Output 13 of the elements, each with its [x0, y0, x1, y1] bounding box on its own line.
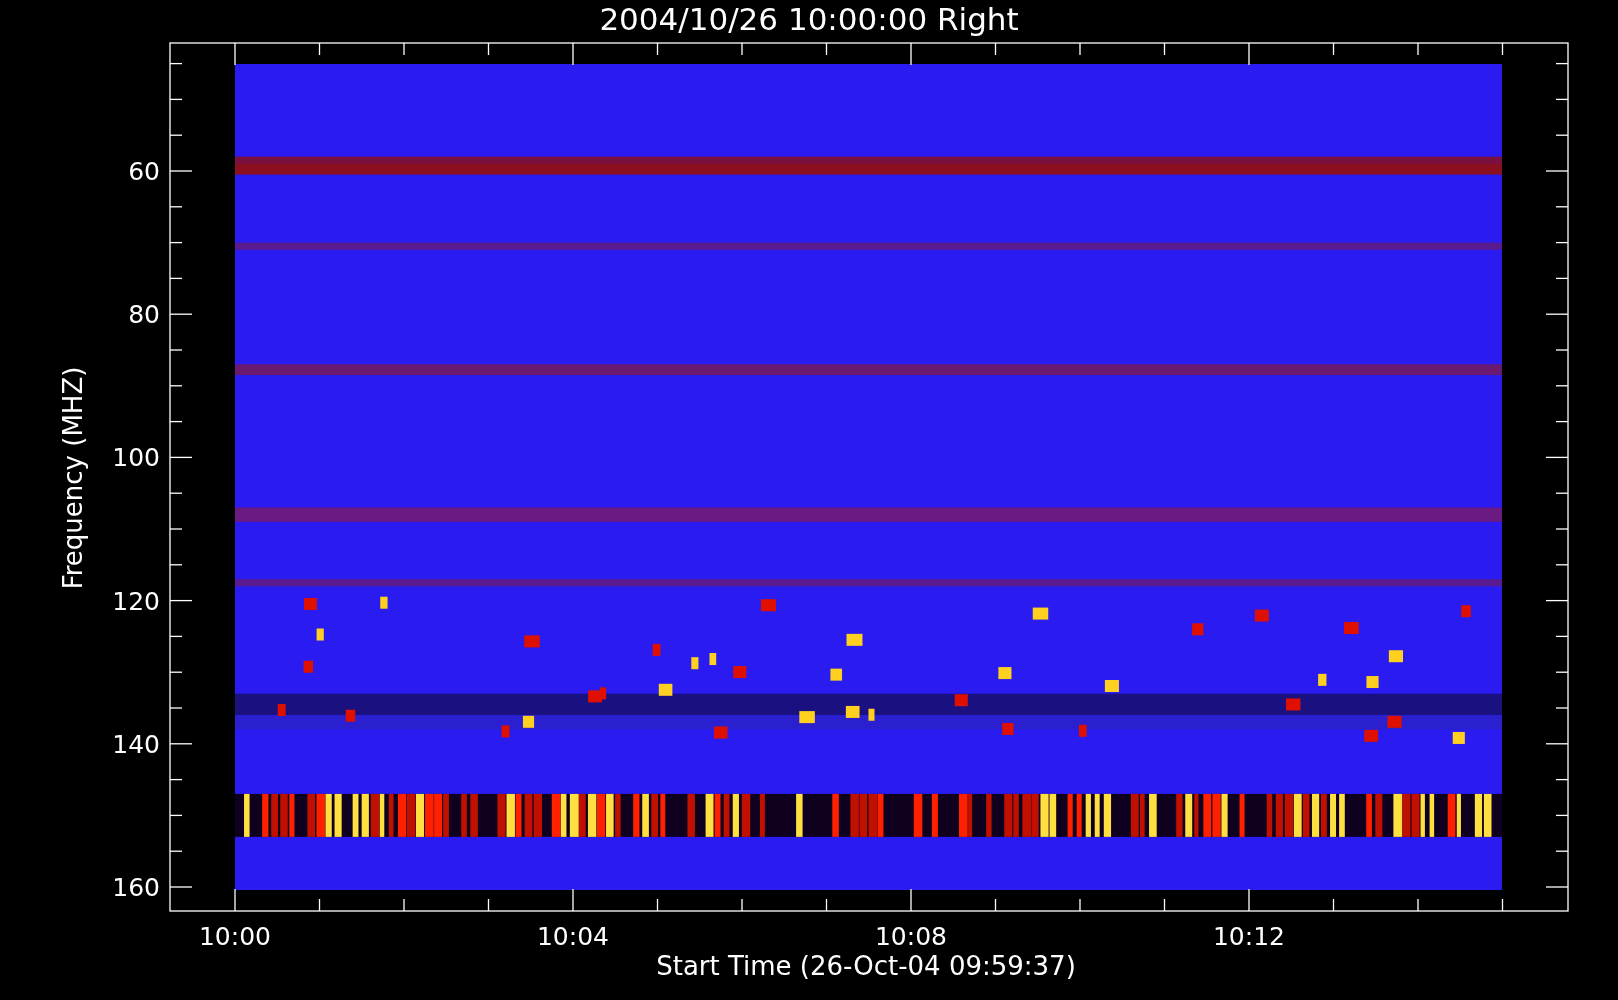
y-axis-label: Frequency (MHZ) — [58, 366, 88, 590]
y-tick-label: 80 — [128, 300, 160, 330]
y-tick-label: 160 — [112, 873, 160, 902]
plot-title: 2004/10/26 10:00:00 Right — [599, 1, 1019, 37]
x-tick-label: 10:04 — [537, 922, 609, 951]
y-tick-label: 100 — [112, 443, 160, 473]
y-tick-label: 140 — [112, 729, 160, 759]
y-tick-label: 60 — [128, 157, 160, 186]
x-tick-label: 10:00 — [199, 922, 271, 951]
x-tick-label: 10:08 — [875, 922, 947, 951]
x-tick-label: 10:12 — [1213, 922, 1285, 951]
x-axis-label: Start Time (26-Oct-04 09:59:37) — [656, 951, 1076, 981]
y-tick-label: 120 — [112, 586, 160, 616]
